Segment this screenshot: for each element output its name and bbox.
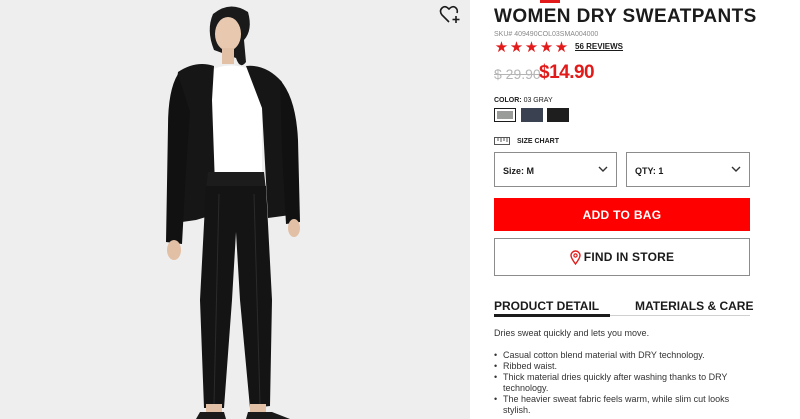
color-value: 03 GRAY bbox=[523, 97, 553, 104]
star-icon: ★ bbox=[539, 38, 554, 56]
reviews-link[interactable]: 56 REVIEWS bbox=[575, 42, 623, 51]
find-in-store-label: FIND IN STORE bbox=[583, 250, 675, 264]
heart-plus-icon[interactable] bbox=[439, 5, 461, 25]
star-icon: ★ bbox=[524, 38, 539, 56]
color-swatch-black[interactable] bbox=[547, 108, 569, 122]
tab-materials-care[interactable]: MATERIALS & CARE bbox=[635, 299, 753, 313]
list-item: Casual cotton blend material with DRY te… bbox=[494, 350, 750, 361]
color-label: COLOR: 03 GRAY bbox=[494, 97, 553, 104]
size-select[interactable]: Size: M bbox=[494, 152, 617, 187]
tab-product-detail[interactable]: PRODUCT DETAIL bbox=[494, 299, 599, 313]
active-tab-indicator bbox=[494, 314, 610, 317]
size-chart-label: SIZE CHART bbox=[517, 137, 559, 145]
quantity-select-value: QTY: 1 bbox=[635, 166, 664, 176]
star-icon: ★ bbox=[509, 38, 524, 56]
add-to-bag-button[interactable]: ADD TO BAG bbox=[494, 198, 750, 231]
sale-badge bbox=[540, 0, 560, 3]
map-pin-icon bbox=[570, 249, 581, 265]
size-chart-link[interactable]: SIZE CHART bbox=[494, 137, 559, 145]
star-icon: ★ bbox=[554, 38, 569, 56]
product-tabs: PRODUCT DETAIL MATERIALS & CARE bbox=[494, 296, 753, 317]
quantity-select[interactable]: QTY: 1 bbox=[626, 152, 750, 187]
original-price: $ 29.90 bbox=[494, 66, 541, 82]
product-title: WOMEN DRY SWEATPANTS bbox=[494, 6, 756, 27]
feature-list: Casual cotton blend material with DRY te… bbox=[494, 350, 750, 416]
star-rating: ★ ★ ★ ★ ★ bbox=[494, 39, 569, 55]
model-image bbox=[0, 0, 470, 419]
find-in-store-button[interactable]: FIND IN STORE bbox=[494, 238, 750, 276]
list-item: The heavier sweat fabric feels warm, whi… bbox=[494, 394, 750, 416]
color-label-text: COLOR: bbox=[494, 97, 522, 104]
chevron-down-icon bbox=[598, 166, 608, 172]
sku-text: SKU# 409490COL03SMA004000 bbox=[494, 31, 599, 38]
product-description: Dries sweat quickly and lets you move. bbox=[494, 328, 650, 338]
product-photo bbox=[0, 0, 470, 419]
list-item: Thick material dries quickly after washi… bbox=[494, 372, 750, 394]
size-select-value: Size: M bbox=[503, 166, 535, 176]
list-item: Ribbed waist. bbox=[494, 361, 750, 372]
product-details: WOMEN DRY SWEATPANTS SKU# 409490COL03SMA… bbox=[494, 0, 756, 419]
chevron-down-icon bbox=[731, 166, 741, 172]
star-icon: ★ bbox=[494, 38, 509, 56]
color-swatch-gray[interactable] bbox=[494, 108, 516, 122]
sale-price: $14.90 bbox=[539, 62, 595, 83]
color-swatch-navy[interactable] bbox=[521, 108, 543, 122]
ruler-icon bbox=[494, 137, 510, 145]
